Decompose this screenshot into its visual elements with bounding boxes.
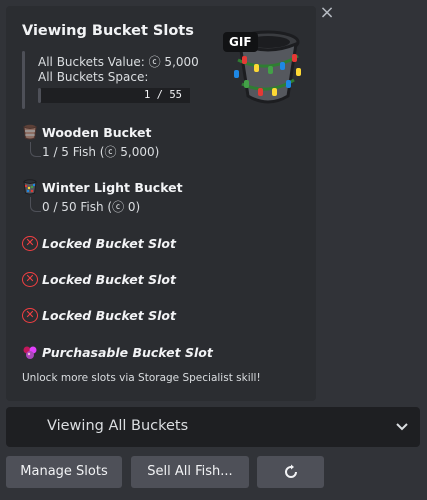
quote-bar	[22, 51, 25, 109]
chevron-down-icon	[396, 423, 408, 431]
locked-x-icon: ✕	[22, 236, 38, 251]
manage-slots-button[interactable]: Manage Slots	[6, 456, 122, 488]
reply-connector	[30, 142, 41, 157]
bucket-row-wooden: Wooden Bucket 1 / 5 Fish (ⓒ 5,000)	[22, 124, 159, 160]
refresh-icon	[284, 464, 297, 478]
purchasable-slot-label: Purchasable Bucket Slot	[42, 344, 213, 360]
gif-badge: GIF	[223, 32, 258, 52]
space-progress-text: 1 / 55	[136, 88, 190, 103]
space-progress-fill	[38, 88, 41, 103]
locked-slot-3: ✕ Locked Bucket Slot	[22, 308, 176, 323]
buckets-space-line: All Buckets Space:	[38, 70, 149, 84]
locked-slot-1: ✕ Locked Bucket Slot	[22, 236, 176, 251]
wooden-bucket-icon	[22, 124, 38, 140]
bucket-select-dropdown[interactable]: Viewing All Buckets	[6, 407, 420, 447]
embed-title: Viewing Bucket Slots	[22, 23, 194, 39]
close-button[interactable]: ×	[316, 2, 338, 24]
bucket-row-winter-light: Winter Light Bucket 0 / 50 Fish (ⓒ 0)	[22, 179, 183, 215]
locked-slot-label: Locked Bucket Slot	[42, 272, 176, 287]
sell-all-fish-button[interactable]: Sell All Fish...	[131, 456, 249, 488]
footer-note: Unlock more slots via Storage Specialist…	[22, 372, 261, 384]
refresh-button[interactable]	[257, 456, 324, 488]
buckets-value-line: All Buckets Value: ⓒ 5,000	[38, 55, 199, 69]
locked-slot-label: Locked Bucket Slot	[42, 236, 176, 251]
bucket-embed: Viewing Bucket Slots All Buckets Value: …	[6, 6, 316, 401]
bucket-subtitle-winter-light: 0 / 50 Fish (ⓒ 0)	[42, 200, 141, 214]
reply-connector	[30, 197, 41, 212]
select-value: Viewing All Buckets	[47, 418, 189, 434]
bucket-thumbnail[interactable]: GIF	[220, 26, 306, 112]
bucket-subtitle-wooden: 1 / 5 Fish (ⓒ 5,000)	[42, 145, 160, 159]
bucket-title-winter-light: Winter Light Bucket	[42, 179, 183, 195]
locked-slot-label: Locked Bucket Slot	[42, 308, 176, 323]
gem-icon	[22, 344, 38, 360]
winter-light-bucket-icon	[22, 179, 38, 195]
locked-x-icon: ✕	[22, 308, 38, 323]
purchasable-slot: Purchasable Bucket Slot	[22, 344, 213, 360]
locked-slot-2: ✕ Locked Bucket Slot	[22, 272, 176, 287]
locked-x-icon: ✕	[22, 272, 38, 287]
bucket-title-wooden: Wooden Bucket	[42, 124, 152, 140]
